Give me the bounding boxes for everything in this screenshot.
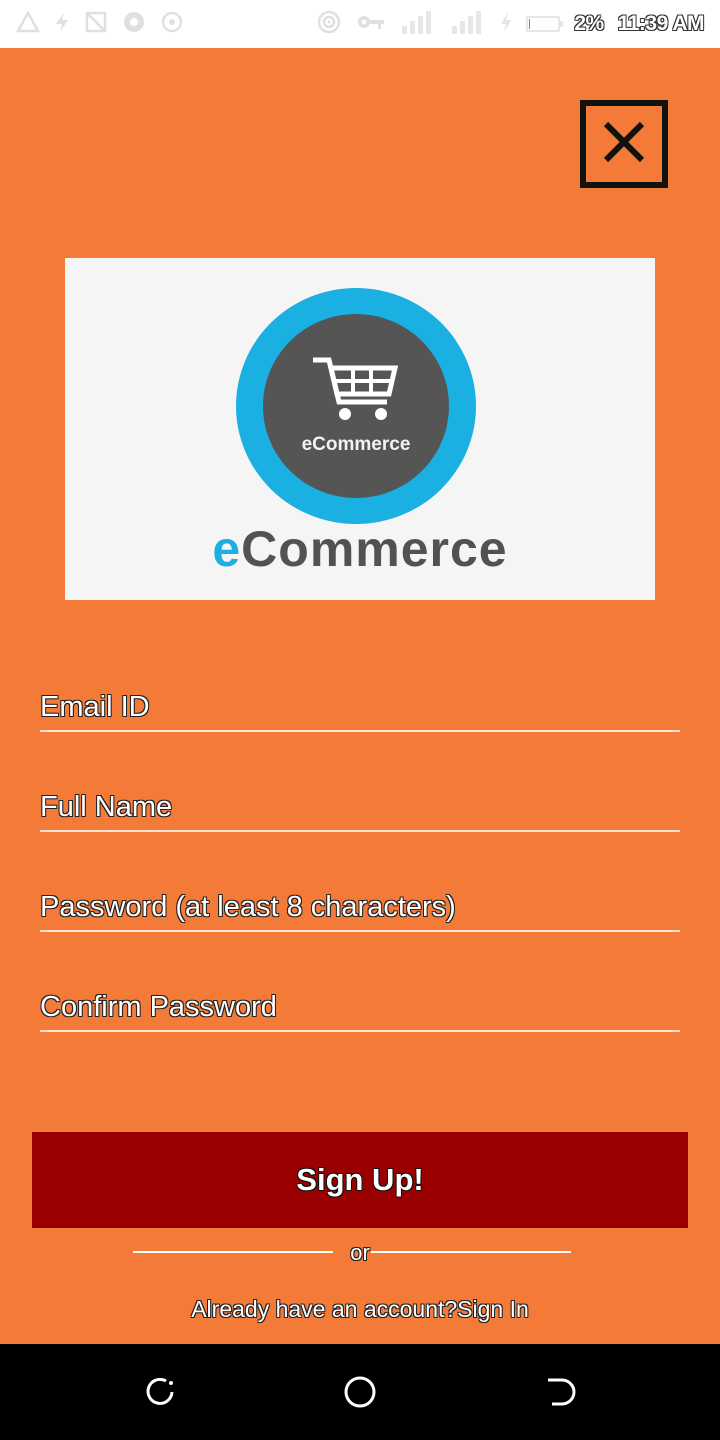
status-right-icons: 2% 11:39 AM <box>316 9 705 39</box>
status-left-icons <box>15 10 184 38</box>
logo-wordmark-accent: e <box>212 521 242 577</box>
close-icon <box>598 116 650 173</box>
vpn-key-icon <box>356 12 386 36</box>
battery-icon <box>526 16 564 32</box>
battery-percentage: 2% <box>574 12 604 35</box>
charging-icon <box>500 11 512 37</box>
hotspot-icon <box>316 9 342 39</box>
password-label: Password (at least 8 characters) <box>40 891 456 923</box>
confirm-password-field[interactable]: Confirm Password <box>40 982 680 1032</box>
signup-button[interactable]: Sign Up! <box>32 1132 688 1228</box>
navigation-bar <box>0 1344 720 1440</box>
signal-2-icon <box>450 10 486 38</box>
logo-wordmark: eCommerce <box>65 520 655 578</box>
signin-link[interactable]: Sign In <box>457 1296 529 1322</box>
email-label: Email ID <box>40 691 150 723</box>
full-name-label: Full Name <box>40 791 173 823</box>
back-icon <box>540 1378 580 1416</box>
confirm-password-label: Confirm Password <box>40 991 277 1023</box>
password-field[interactable]: Password (at least 8 characters) <box>40 882 680 932</box>
back-button[interactable] <box>540 1372 580 1412</box>
home-icon <box>340 1376 380 1416</box>
warning-icon <box>15 10 41 37</box>
recents-button[interactable] <box>140 1372 180 1412</box>
home-button[interactable] <box>340 1372 380 1412</box>
ecommerce-logo: eCommerce eCommerce <box>65 258 655 600</box>
signin-prompt: Already have an account? <box>191 1296 458 1322</box>
shopping-cart-icon <box>309 350 403 435</box>
no-sim-icon <box>84 11 108 37</box>
logo-ring: eCommerce <box>236 288 476 524</box>
chrome-icon <box>122 10 146 38</box>
record-icon <box>160 10 184 38</box>
clock: 11:39 AM <box>617 12 705 35</box>
logo-inner-circle: eCommerce <box>263 314 449 498</box>
divider-text: or <box>350 1240 370 1265</box>
logo-inner-text: eCommerce <box>301 434 411 455</box>
logo-wordmark-rest: Commerce <box>241 521 508 577</box>
status-bar: 2% 11:39 AM <box>0 0 720 48</box>
battery-level <box>529 19 530 29</box>
close-button[interactable] <box>580 100 668 188</box>
divider-right <box>371 1251 571 1253</box>
recents-icon <box>140 1377 180 1416</box>
signin-row: Already have an account?Sign In <box>0 1296 720 1323</box>
email-field[interactable]: Email ID <box>40 682 680 732</box>
full-name-field[interactable]: Full Name <box>40 782 680 832</box>
flash-icon <box>54 11 70 37</box>
divider-left <box>133 1251 333 1253</box>
signal-1-icon <box>400 10 436 38</box>
